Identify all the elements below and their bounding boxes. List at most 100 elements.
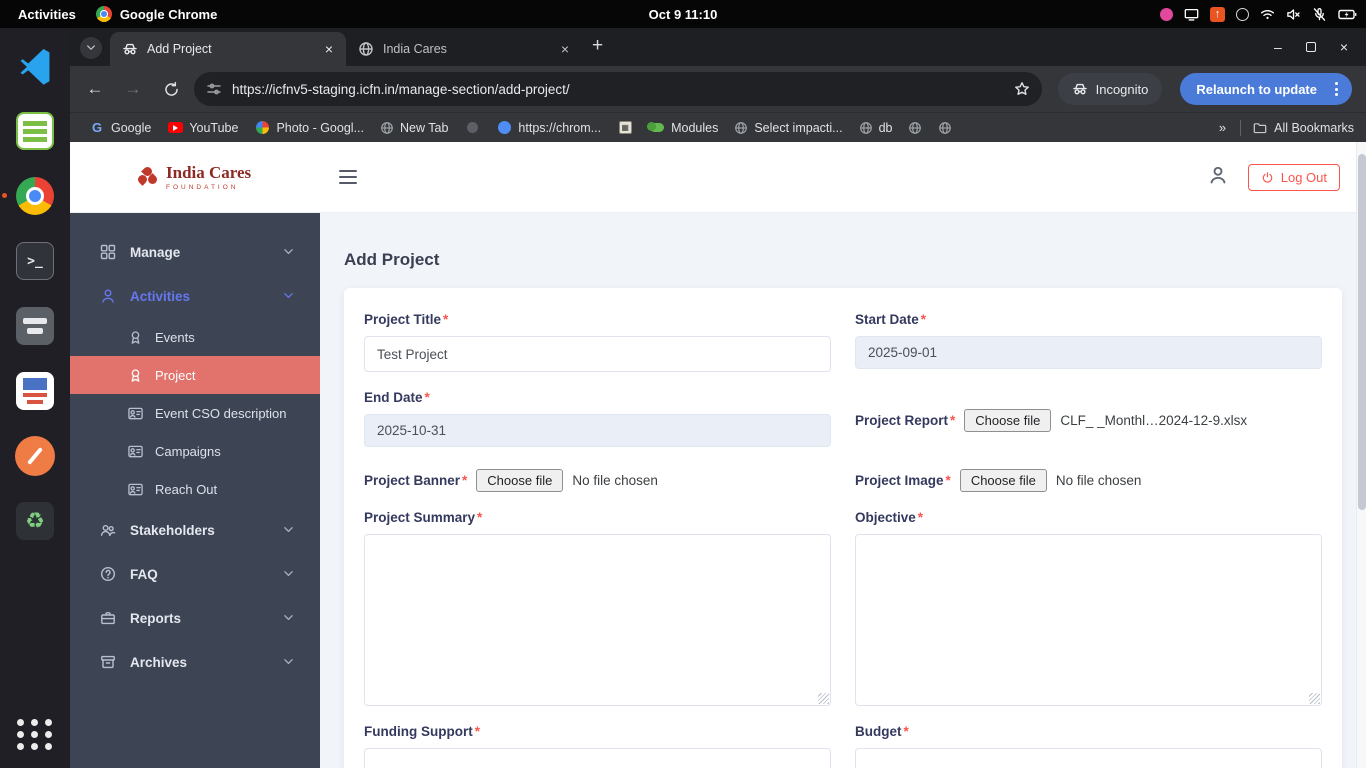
- globe-icon: [859, 120, 873, 136]
- page-title: Add Project: [344, 250, 1342, 270]
- sidebar-item-campaigns[interactable]: Campaigns: [70, 432, 320, 470]
- window-close-button[interactable]: ×: [1340, 39, 1348, 55]
- bookmark-star-icon[interactable]: [1014, 81, 1030, 97]
- field-label-text: Budget: [855, 724, 902, 739]
- vscode-icon[interactable]: [13, 44, 57, 88]
- chrome-dock-icon[interactable]: [13, 174, 57, 218]
- sidebar-item-manage[interactable]: Manage: [70, 230, 320, 274]
- files-icon[interactable]: [13, 304, 57, 348]
- sidebar-item-event-cso-description[interactable]: Event CSO description: [70, 394, 320, 432]
- bookmark-youtube[interactable]: YouTube: [160, 117, 245, 139]
- project-summary-textarea[interactable]: [364, 534, 831, 706]
- field-label-text: Start Date: [855, 312, 919, 327]
- incognito-badge: Incognito: [1058, 73, 1163, 105]
- terminal-icon[interactable]: >_: [13, 239, 57, 283]
- bookmark-icon-only[interactable]: [901, 117, 929, 139]
- tab-close-button[interactable]: ×: [320, 40, 338, 58]
- site-info-icon[interactable]: [206, 81, 222, 97]
- bookmark-chrome-link[interactable]: https://chrom...: [489, 117, 608, 139]
- logout-button[interactable]: Log Out: [1248, 164, 1340, 191]
- funding-support-input[interactable]: [364, 748, 831, 768]
- reload-button[interactable]: [156, 74, 186, 104]
- window-maximize-button[interactable]: [1306, 42, 1316, 52]
- window-minimize-button[interactable]: –: [1274, 39, 1282, 55]
- logo-title: India Cares: [166, 163, 251, 183]
- bookmark-db[interactable]: db: [852, 117, 900, 139]
- india-cares-logo[interactable]: India Cares FOUNDATION: [138, 163, 251, 191]
- tab-india-cares[interactable]: India Cares ×: [346, 32, 582, 66]
- project-image-label: Project Image*: [855, 473, 951, 488]
- browser-menu-button[interactable]: [1329, 82, 1344, 96]
- bookmarks-overflow-button[interactable]: »: [1211, 120, 1234, 135]
- field-label-text: Project Banner: [364, 473, 460, 488]
- bookmark-google[interactable]: G Google: [82, 117, 158, 139]
- end-date-input[interactable]: [364, 414, 831, 447]
- sidebar-item-events[interactable]: Events: [70, 318, 320, 356]
- user-profile-button[interactable]: [1208, 165, 1228, 190]
- project-image-filename: No file chosen: [1056, 473, 1142, 488]
- start-date-input[interactable]: [855, 336, 1322, 369]
- project-report-choose-file-button[interactable]: Choose file: [964, 409, 1051, 432]
- bookmark-modules[interactable]: Modules: [642, 117, 725, 139]
- sidebar-item-label: Reach Out: [155, 482, 217, 497]
- new-tab-button[interactable]: +: [592, 35, 603, 57]
- budget-input[interactable]: [855, 748, 1322, 768]
- sidebar-item-activities[interactable]: Activities: [70, 274, 320, 318]
- logo-flower-icon: [138, 167, 158, 187]
- youtube-icon: [167, 120, 183, 136]
- sidebar-item-stakeholders[interactable]: Stakeholders: [70, 508, 320, 552]
- bookmark-photos[interactable]: Photo - Googl...: [247, 117, 371, 139]
- tab-add-project[interactable]: Add Project ×: [110, 32, 346, 66]
- required-asterisk: *: [946, 473, 951, 488]
- system-top-bar: Activities Google Chrome Oct 9 11:10 ↑: [0, 0, 1366, 28]
- chevron-down-icon: [283, 614, 294, 622]
- resize-grip-icon[interactable]: [1309, 693, 1320, 704]
- award-icon: [128, 330, 143, 345]
- sidebar-item-archives[interactable]: Archives: [70, 640, 320, 684]
- project-title-input[interactable]: [364, 336, 831, 372]
- focused-app-indicator[interactable]: Google Chrome: [96, 6, 218, 22]
- sidebar-toggle-button[interactable]: [339, 170, 357, 185]
- bookmark-select-impact[interactable]: Select impacti...: [727, 117, 849, 139]
- bookmark-new-tab[interactable]: New Tab: [373, 117, 455, 139]
- bookmark-icon-only[interactable]: [931, 117, 959, 139]
- activities-button[interactable]: Activities: [18, 7, 76, 22]
- back-button[interactable]: ←: [80, 74, 110, 104]
- sidebar-item-reach-out[interactable]: Reach Out: [70, 470, 320, 508]
- clock[interactable]: Oct 9 11:10: [649, 7, 718, 22]
- show-applications-button[interactable]: [17, 719, 54, 750]
- browser-toolbar: ← → https://icfnv5-staging.icfn.in/manag…: [70, 66, 1366, 112]
- relaunch-to-update-button[interactable]: Relaunch to update: [1180, 73, 1352, 105]
- libreoffice-impress-icon[interactable]: [13, 369, 57, 413]
- person-icon: [100, 288, 116, 304]
- bookmark-icon-only[interactable]: ▦: [610, 117, 640, 139]
- project-summary-label: Project Summary*: [364, 510, 831, 525]
- recycle-app-icon[interactable]: ♻: [13, 499, 57, 543]
- page-scrollbar[interactable]: [1356, 142, 1366, 768]
- project-banner-choose-file-button[interactable]: Choose file: [476, 469, 563, 492]
- sidebar-item-label: Manage: [130, 245, 180, 260]
- sidebar-item-faq[interactable]: FAQ: [70, 552, 320, 596]
- sidebar-item-reports[interactable]: Reports: [70, 596, 320, 640]
- tab-search-button[interactable]: [80, 37, 102, 59]
- address-bar[interactable]: https://icfnv5-staging.icfn.in/manage-se…: [194, 72, 1042, 106]
- drawing-app-icon[interactable]: [13, 434, 57, 478]
- sidebar-item-label: Stakeholders: [130, 523, 215, 538]
- libreoffice-calc-icon[interactable]: [13, 109, 57, 153]
- all-bookmarks-button[interactable]: All Bookmarks: [1240, 120, 1354, 136]
- system-tray[interactable]: ↑: [1160, 0, 1358, 28]
- sidebar-item-project[interactable]: Project: [70, 356, 320, 394]
- incognito-icon: [1072, 81, 1088, 97]
- tile-icon: ▦: [617, 120, 633, 136]
- scrollbar-thumb[interactable]: [1358, 154, 1366, 510]
- screen-share-icon: [1184, 7, 1199, 22]
- sidebar-nav: Manage Activities Events Project: [70, 212, 320, 768]
- objective-textarea[interactable]: [855, 534, 1322, 706]
- bookmark-icon-only[interactable]: [457, 117, 487, 139]
- forward-button[interactable]: →: [118, 74, 148, 104]
- url-text[interactable]: https://icfnv5-staging.icfn.in/manage-se…: [232, 82, 1004, 97]
- resize-grip-icon[interactable]: [818, 693, 829, 704]
- required-asterisk: *: [475, 724, 480, 739]
- tab-close-button[interactable]: ×: [556, 40, 574, 58]
- project-image-choose-file-button[interactable]: Choose file: [960, 469, 1047, 492]
